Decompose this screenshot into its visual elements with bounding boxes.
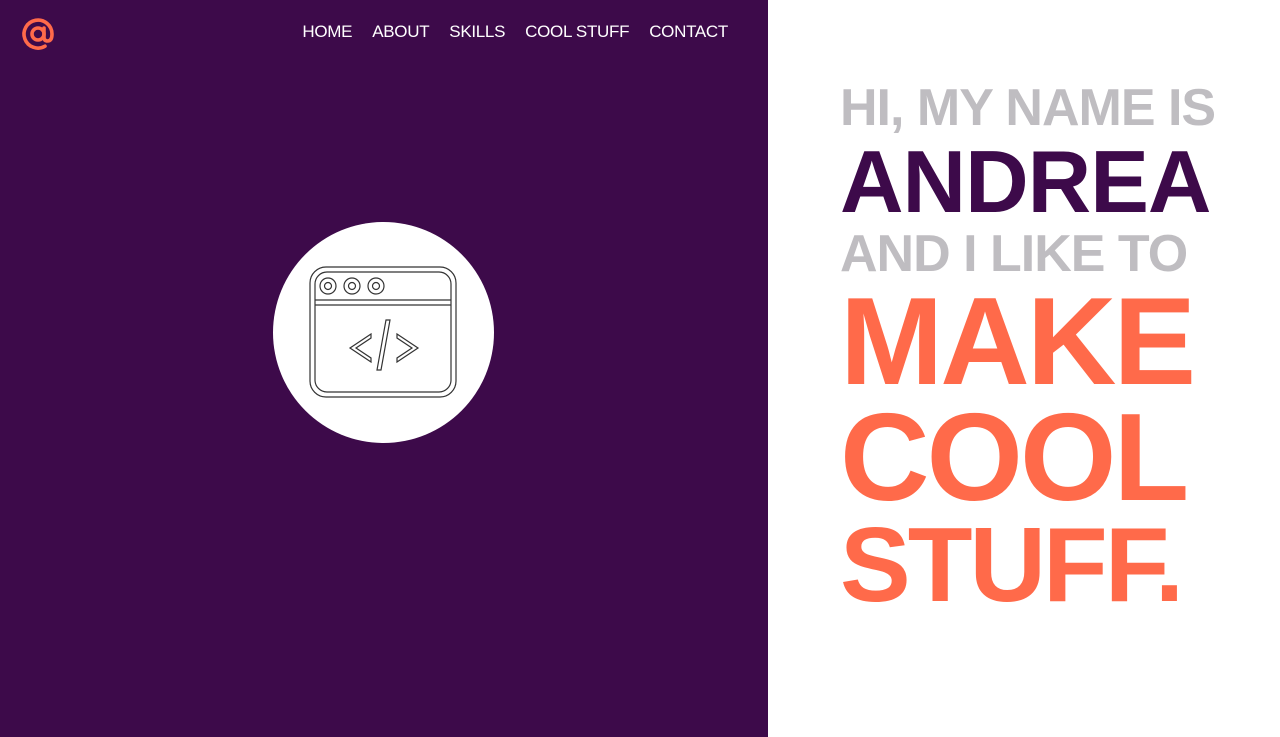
right-panel: HI, MY NAME IS ANDREA AND I LIKE TO MAKE… <box>768 0 1280 737</box>
headline: HI, MY NAME IS ANDREA AND I LIKE TO MAKE… <box>768 0 1280 737</box>
cool-text: COOL <box>840 389 1189 527</box>
make-text: MAKE <box>840 273 1196 411</box>
nav-home[interactable]: HOME <box>302 20 352 44</box>
at-sign-icon[interactable] <box>18 14 58 54</box>
main-nav: HOME ABOUT SKILLS COOL STUFF CONTACT <box>302 20 728 44</box>
nav-cool-stuff[interactable]: COOL STUFF <box>525 20 629 44</box>
name-text: ANDREA <box>840 132 1211 231</box>
intro-text: HI, MY NAME IS <box>840 79 1216 137</box>
nav-contact[interactable]: CONTACT <box>649 20 728 44</box>
hero-circle <box>273 222 494 443</box>
nav-about[interactable]: ABOUT <box>372 20 429 44</box>
stuff-text: STUFF. <box>840 506 1184 624</box>
nav-skills[interactable]: SKILLS <box>449 20 505 44</box>
code-window-icon <box>309 266 457 398</box>
left-panel: HOME ABOUT SKILLS COOL STUFF CONTACT <box>0 0 768 737</box>
